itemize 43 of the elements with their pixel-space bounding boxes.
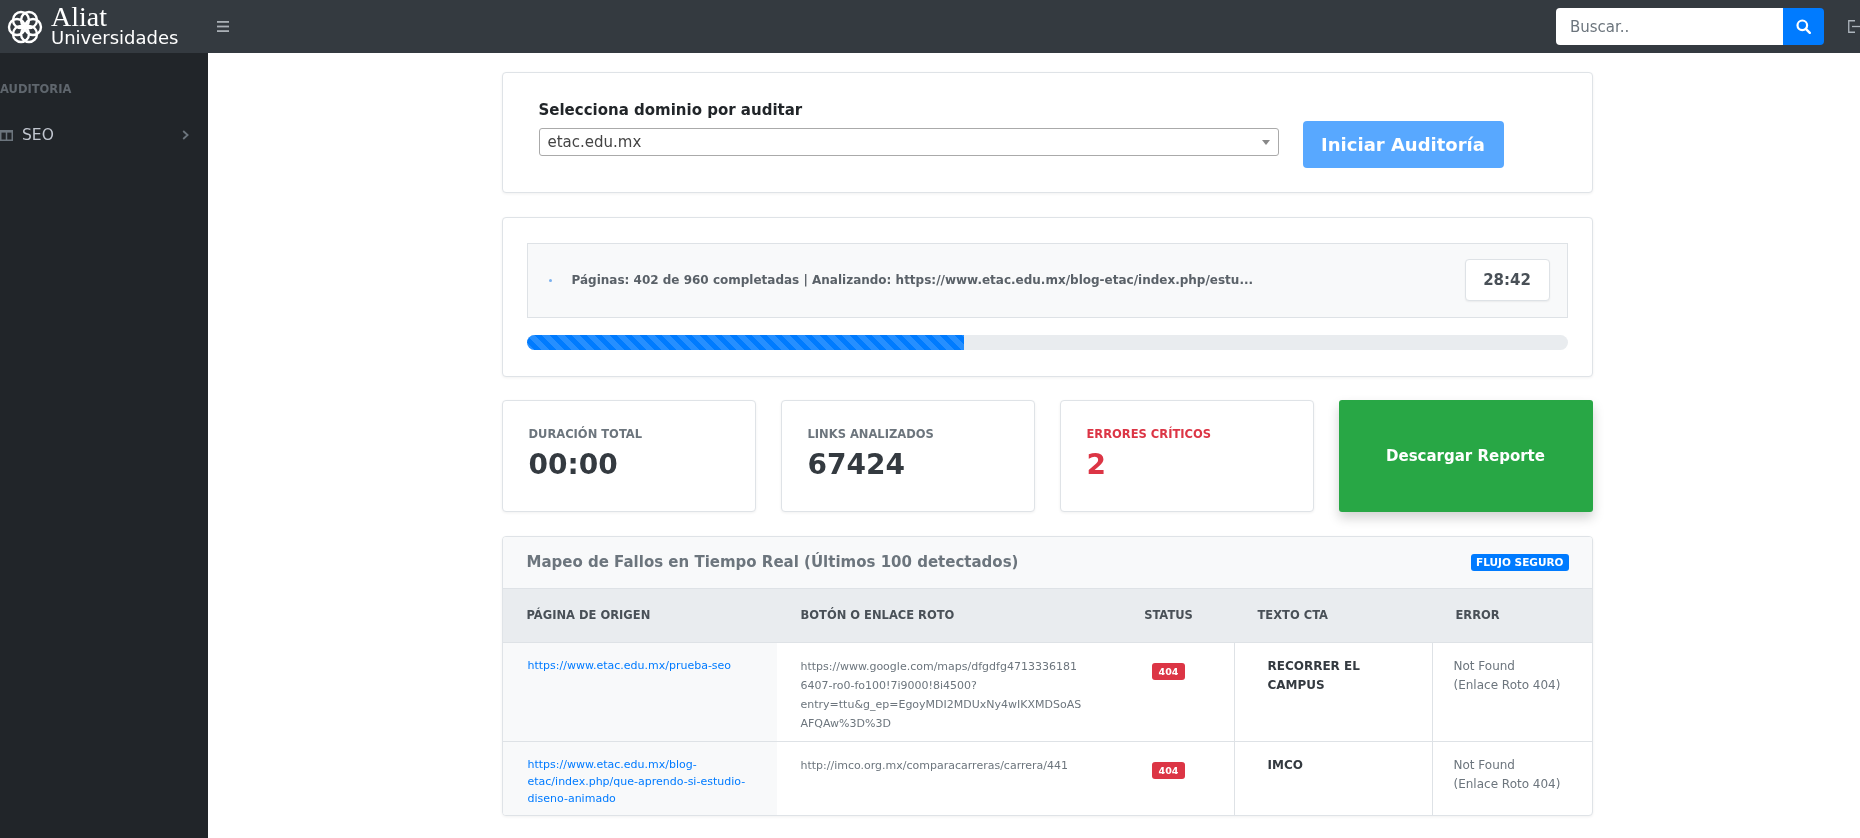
error-text: Not Found xyxy=(1453,756,1515,774)
stat-label: DURACIÓN TOTAL xyxy=(528,427,643,441)
progress-status-text: Páginas: 402 de 960 completadas | Analizando: https://www.etac.edu.mx/blog-etac/index.php/estu... xyxy=(571,273,1254,287)
domain-select[interactable]: etac.edu.mx xyxy=(538,128,1279,156)
sidebar-section-label: AUDITORIA xyxy=(0,82,72,96)
table-cell-text: https://www.google.com/maps/dfgdfg47133361816407-ro0-fo100!7i9000!8i4500?entry=ttu&g_ep=EgoyMDI2MDUxNy4wIKXMDSoASAFQAw%3D%3D xyxy=(799,658,1083,732)
error-text: Not Found xyxy=(1453,657,1515,675)
domain-label: Selecciona dominio por auditar xyxy=(538,100,803,120)
table-cell-text: http://imco.org.mx/comparacarreras/carrera/441 xyxy=(799,757,1069,774)
status-code-badge: 404 xyxy=(1151,662,1186,680)
error-detail-text: (Enlace Roto 404) xyxy=(1453,775,1561,793)
column-header: STATUS xyxy=(1144,608,1193,622)
columns-icon xyxy=(0,129,13,141)
logo-subtitle: Universidades xyxy=(51,28,179,48)
stat-value: 2 xyxy=(1086,448,1106,482)
error-detail-text: (Enlace Roto 404) xyxy=(1453,676,1561,694)
table-cell: RECORRER EL CAMPUS xyxy=(1233,642,1432,741)
stat-value: 00:00 xyxy=(528,448,618,482)
stat-label: LINKS ANALIZADOS xyxy=(807,427,934,441)
status-badge: FLUJO SEGURO xyxy=(1471,553,1569,571)
column-header: ERROR xyxy=(1455,608,1500,622)
search-icon xyxy=(1796,19,1811,34)
flower-logo-icon xyxy=(7,8,43,45)
search-field[interactable]: Buscar.. xyxy=(1556,8,1783,45)
sign-out-icon[interactable] xyxy=(1848,20,1860,33)
source-page-link[interactable]: https://www.etac.edu.mx/prueba-seo xyxy=(527,656,752,674)
stat-value: 67424 xyxy=(807,448,905,482)
table-title: Mapeo de Fallos en Tiempo Real (Últimos 100 detectados) xyxy=(526,553,1019,571)
timer-display: 28:42 xyxy=(1464,259,1550,301)
column-header: PÁGINA DE ORIGEN xyxy=(526,608,651,622)
caret-icon xyxy=(1261,139,1270,145)
download-report-button[interactable]: Descargar Reporte xyxy=(1338,400,1593,512)
sidebar-item[interactable]: SEO xyxy=(0,115,208,155)
column-header: TEXTO CTA xyxy=(1257,608,1328,622)
column-header: BOTÓN O ENLACE ROTO xyxy=(800,608,955,622)
stat-label: ERRORES CRÍTICOS xyxy=(1086,427,1212,441)
menu-icon[interactable] xyxy=(217,21,229,32)
dot-icon xyxy=(548,278,552,282)
search-button[interactable] xyxy=(1783,8,1824,45)
source-page-link[interactable]: https://www.etac.edu.mx/blog-etac/index.php/que-aprendo-si-estudio-diseno-animado xyxy=(527,755,752,807)
table-cell: IMCO xyxy=(1233,741,1432,815)
status-code-badge: 404 xyxy=(1151,761,1186,779)
logo-title: Aliat xyxy=(51,5,107,28)
